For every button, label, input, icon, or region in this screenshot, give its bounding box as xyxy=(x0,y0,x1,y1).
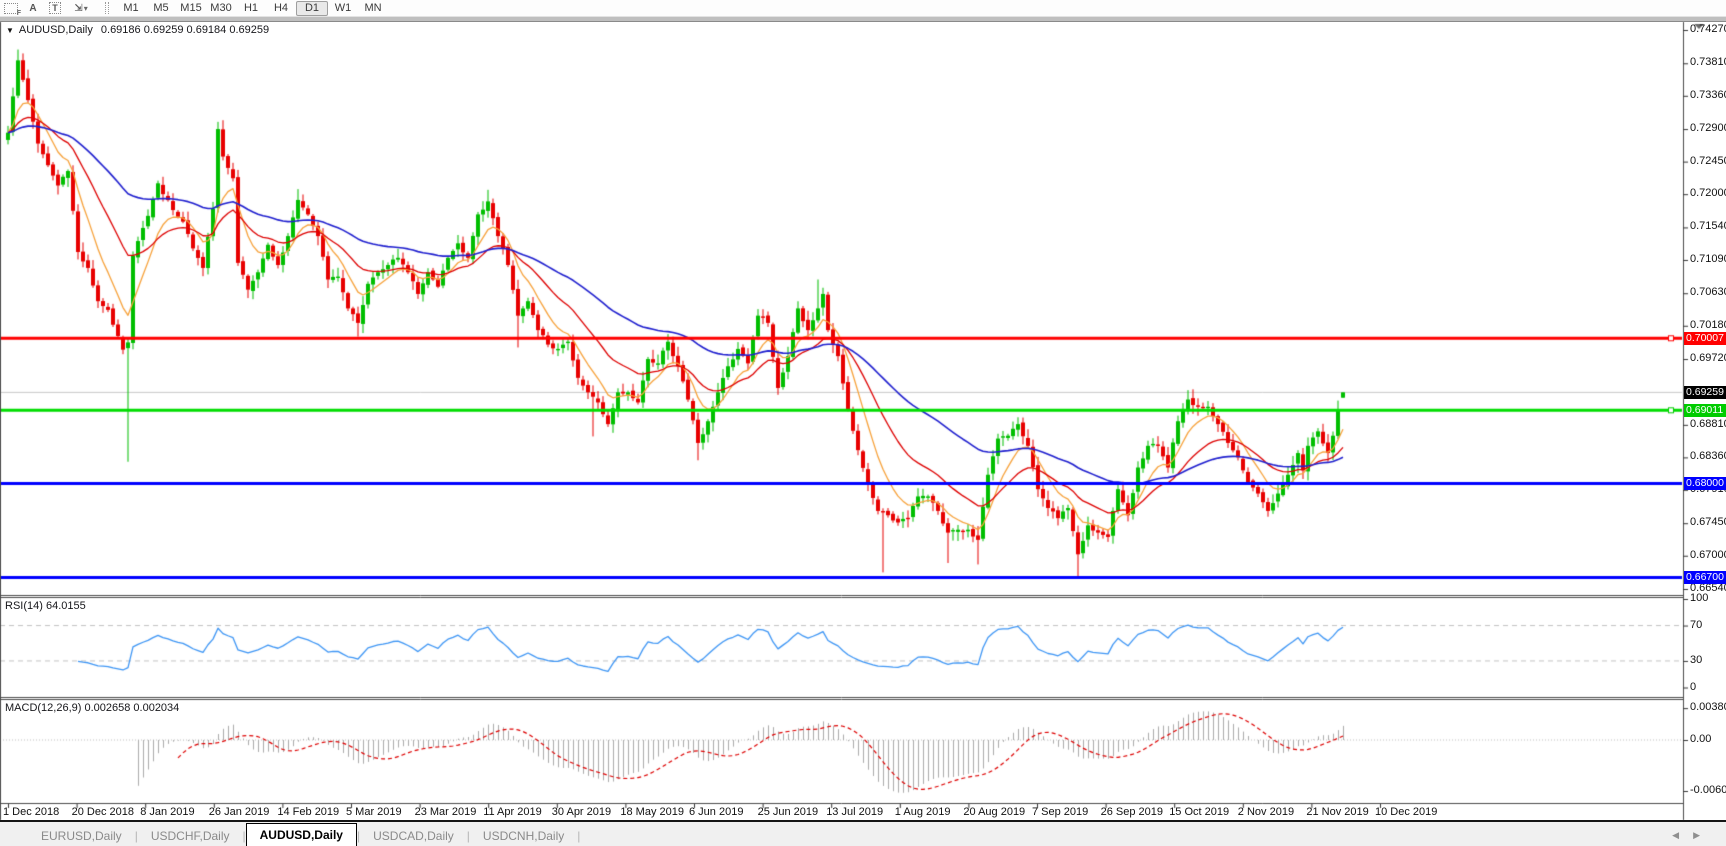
timeframe-button-m1[interactable]: M1 xyxy=(116,1,146,16)
date-axis-label: 26 Sep 2019 xyxy=(1100,806,1163,818)
date-axis-label: 1 Aug 2019 xyxy=(894,806,951,818)
date-axis-label: 11 Apr 2019 xyxy=(483,806,542,818)
toolbar: F A T ⇲ ▾ M1 M5 M15 M30 H1 H4 D1 W1 MN xyxy=(0,0,1726,17)
timeframe-button-m30[interactable]: M30 xyxy=(206,1,236,16)
toolbar-grip[interactable] xyxy=(105,2,109,14)
symbol-dropdown-icon[interactable]: ▼ xyxy=(6,26,14,35)
price-axis-tick: 0.68810 xyxy=(1690,417,1726,430)
date-axis-label: 5 Mar 2019 xyxy=(346,806,402,818)
price-axis-tick: 0.73360 xyxy=(1690,88,1726,101)
timeframe-button-mn[interactable]: MN xyxy=(358,1,388,16)
timeframe-group: M1 M5 M15 M30 H1 H4 D1 W1 MN xyxy=(116,0,388,16)
arrows-tool-icon[interactable]: ⇲ ▾ xyxy=(66,1,96,15)
date-axis-label: 20 Dec 2018 xyxy=(71,806,134,818)
macd-indicator-label: MACD(12,26,9) 0.002658 0.002034 xyxy=(5,702,180,714)
price-line-badge: 0.66700 xyxy=(1684,570,1726,584)
date-axis-label: 23 Mar 2019 xyxy=(414,806,477,818)
timeframe-button-h1[interactable]: H1 xyxy=(236,1,266,16)
date-axis-label: 6 Jun 2019 xyxy=(689,806,744,818)
tab-scroll-right-icon[interactable]: ▶ xyxy=(1693,830,1714,840)
text-tool-icon[interactable]: A xyxy=(22,1,44,15)
fibonacci-tool-icon[interactable]: F xyxy=(0,1,22,17)
date-axis-label: 2 Nov 2019 xyxy=(1237,806,1295,818)
date-axis-label: 18 May 2019 xyxy=(620,806,684,818)
price-axis-tick: 0.67000 xyxy=(1690,548,1726,561)
price-axis-tick: 0.68360 xyxy=(1690,450,1726,463)
rsi-axis-tick: 70 xyxy=(1690,618,1703,631)
date-axis-label: 1 Dec 2018 xyxy=(3,806,60,818)
price-chart-canvas[interactable] xyxy=(0,0,1726,824)
price-line-badge: 0.70007 xyxy=(1684,331,1726,345)
timeframe-button-d1[interactable]: D1 xyxy=(296,0,328,16)
price-axis-tick: 0.71540 xyxy=(1690,220,1726,233)
date-axis-label: 15 Oct 2019 xyxy=(1169,806,1230,818)
price-axis-tick: 0.70180 xyxy=(1690,318,1726,331)
symbol-tabs: EURUSD,Daily | USDCHF,Daily | AUDUSD,Daily | U… xyxy=(28,823,580,846)
macd-axis-tick: 0.00 xyxy=(1690,733,1712,745)
tab-usdcad[interactable]: USDCAD,Daily xyxy=(360,826,467,846)
price-axis-tick: 0.73810 xyxy=(1690,56,1726,69)
date-axis-label: 14 Feb 2019 xyxy=(277,806,340,818)
price-axis-tick: 0.74270 xyxy=(1690,23,1726,35)
arrows-glyph: ⇲ xyxy=(74,2,83,14)
date-axis-label: 10 Dec 2019 xyxy=(1375,806,1438,818)
label-tool-icon[interactable]: T xyxy=(44,1,66,15)
timeframe-button-m5[interactable]: M5 xyxy=(146,1,176,16)
macd-axis-tick: -0.006087 xyxy=(1690,784,1726,796)
date-axis-label: 8 Jan 2019 xyxy=(140,806,195,818)
chart-title: ▼ AUDUSD,Daily 0.69186 0.69259 0.69184 0.6… xyxy=(6,24,269,36)
tab-separator: | xyxy=(577,829,581,843)
tab-eurusd[interactable]: EURUSD,Daily xyxy=(28,826,135,846)
tab-scroll-arrows: ◀▶ xyxy=(1672,830,1714,841)
timeframe-button-m15[interactable]: M15 xyxy=(176,1,206,16)
timeframe-button-w1[interactable]: W1 xyxy=(328,1,358,16)
price-axis-tick: 0.69720 xyxy=(1690,352,1726,365)
fibonacci-box-icon: F xyxy=(4,2,21,17)
trading-terminal-window: F A T ⇲ ▾ M1 M5 M15 M30 H1 H4 D1 W1 MN ▼ AUDUSD,D… xyxy=(0,0,1726,846)
tab-usdchf[interactable]: USDCHF,Daily xyxy=(138,826,243,846)
price-axis-tick: 0.67450 xyxy=(1690,516,1726,529)
symbol-tab-bar: EURUSD,Daily | USDCHF,Daily | AUDUSD,Daily | U… xyxy=(0,820,1726,846)
tab-usdcnh[interactable]: USDCNH,Daily xyxy=(470,826,577,846)
chart-title-quote: 0.69186 0.69259 0.69184 0.69259 xyxy=(100,24,270,36)
tab-audusd[interactable]: AUDUSD,Daily xyxy=(245,823,357,846)
date-axis-label: 26 Jan 2019 xyxy=(208,806,270,818)
date-axis-label: 13 Jul 2019 xyxy=(826,806,884,818)
chevron-down-icon: ▾ xyxy=(83,3,88,13)
date-axis-label: 20 Aug 2019 xyxy=(963,806,1026,818)
price-line-badge: 0.69259 xyxy=(1684,385,1726,399)
date-axis-label: 30 Apr 2019 xyxy=(551,806,612,818)
timeframe-button-h4[interactable]: H4 xyxy=(266,1,296,16)
rsi-axis-tick: 100 xyxy=(1690,592,1709,604)
date-axis-label: 7 Sep 2019 xyxy=(1032,806,1089,818)
rsi-axis-tick: 30 xyxy=(1690,653,1703,666)
date-axis-label: 25 Jun 2019 xyxy=(757,806,819,818)
price-line-badge: 0.68000 xyxy=(1684,476,1726,490)
macd-axis-tick: 0.003804 xyxy=(1690,701,1726,714)
tab-scroll-left-icon[interactable]: ◀ xyxy=(1672,830,1693,840)
price-axis-tick: 0.72450 xyxy=(1690,154,1726,167)
price-axis-tick: 0.70630 xyxy=(1690,286,1726,299)
price-axis-tick: 0.72000 xyxy=(1690,187,1726,200)
price-axis-tick: 0.72900 xyxy=(1690,122,1726,135)
price-line-badge: 0.69011 xyxy=(1684,403,1726,417)
price-axis-tick: 0.71090 xyxy=(1690,252,1726,265)
rsi-indicator-label: RSI(14) 64.0155 xyxy=(5,600,86,612)
chart-title-symbol: AUDUSD,Daily xyxy=(18,24,93,36)
date-axis-label: 21 Nov 2019 xyxy=(1306,806,1369,818)
rsi-axis-tick: 0 xyxy=(1690,680,1697,693)
